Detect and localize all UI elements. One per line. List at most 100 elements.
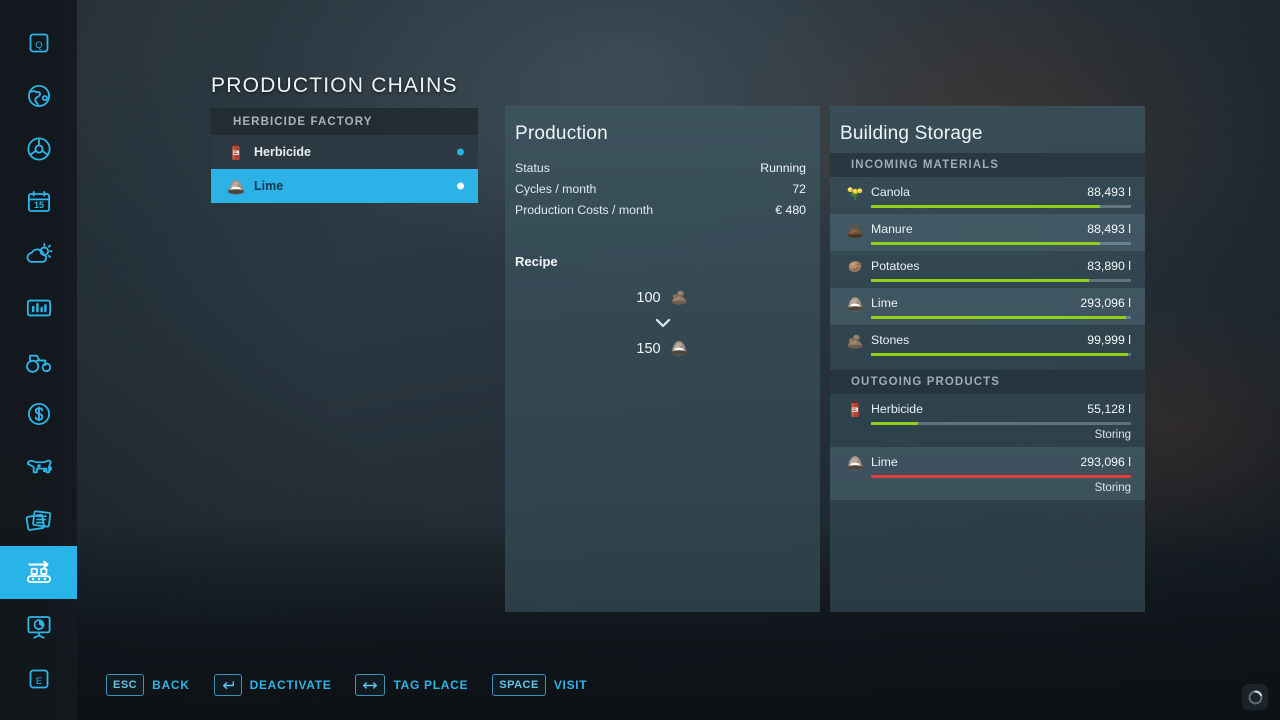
storage-fill-bar-value	[871, 353, 1128, 356]
contracts-icon	[22, 503, 56, 537]
horizontal-arrows-icon	[355, 674, 385, 696]
storage-row[interactable]: Potatoes83,890 l	[830, 251, 1145, 288]
statistics-icon	[22, 291, 56, 325]
help-bar-item[interactable]: DEACTIVATE	[214, 674, 332, 696]
enter-icon	[214, 674, 242, 696]
potatoes-icon	[844, 255, 865, 276]
help-bar-keycap: SPACE	[492, 674, 546, 696]
recipe-input-row: 100	[636, 286, 688, 310]
sidebar-item-calendar[interactable]: 15	[0, 175, 77, 228]
left-sidebar: Q 15 E	[0, 0, 77, 720]
svg-text:E: E	[35, 675, 41, 686]
sidebar-item-statistics[interactable]	[0, 281, 77, 334]
storage-row-label: Lime	[871, 455, 1080, 469]
storage-fill-bar	[871, 205, 1131, 208]
storage-fill-bar	[871, 475, 1131, 478]
production-stat-value: € 480	[775, 203, 806, 217]
building-storage-title: Building Storage	[830, 107, 1145, 145]
storage-row-label: Canola	[871, 185, 1087, 199]
storage-row-label: Manure	[871, 222, 1087, 236]
help-bar-item[interactable]: ESC BACK	[106, 674, 190, 696]
help-bar-item[interactable]: TAG PLACE	[355, 674, 468, 696]
storage-row-amount: 293,096 l	[1080, 296, 1131, 310]
canola-icon	[844, 181, 865, 202]
key-q-icon: Q	[22, 26, 56, 60]
help-bar-keycap: ESC	[106, 674, 144, 696]
herbicide-bottle-icon	[225, 141, 247, 163]
steering-wheel-icon	[22, 132, 56, 166]
page-title: PRODUCTION CHAINS	[211, 74, 458, 98]
lime-pile-icon	[225, 175, 247, 197]
tractor-icon	[22, 344, 56, 378]
storage-row-amount: 88,493 l	[1087, 222, 1131, 236]
sidebar-item-finances[interactable]	[0, 387, 77, 440]
production-stat-value: 72	[792, 182, 806, 196]
storage-fill-bar-value	[871, 422, 918, 425]
building-storage-sections: INCOMING MATERIALSCanola88,493 lManure88…	[830, 153, 1145, 500]
recipe-output-row: 150	[636, 337, 688, 361]
calendar-15-icon: 15	[22, 185, 56, 219]
sidebar-item-animals[interactable]	[0, 440, 77, 493]
help-bar-label: BACK	[152, 678, 189, 692]
storage-row-amount: 55,128 l	[1087, 402, 1131, 416]
conveyor-icon	[22, 556, 56, 590]
storage-fill-bar	[871, 422, 1131, 425]
storage-fill-bar-value	[871, 279, 1089, 282]
storage-fill-bar	[871, 316, 1131, 319]
weather-icon	[22, 238, 56, 272]
factory-list-item[interactable]: Lime	[211, 169, 478, 203]
factory-list-item-label: Lime	[254, 179, 283, 193]
recipe-input-amount: 100	[636, 290, 660, 306]
factory-list-item-label: Herbicide	[254, 145, 311, 159]
storage-row-amount: 293,096 l	[1080, 455, 1131, 469]
status-dot	[457, 149, 464, 156]
sidebar-item-production[interactable]	[0, 546, 77, 599]
storage-row-amount: 99,999 l	[1087, 333, 1131, 347]
production-panel: Production StatusRunningCycles / month72…	[505, 106, 820, 612]
sidebar-item-weather[interactable]	[0, 228, 77, 281]
recipe-diagram: 100 150	[505, 286, 820, 361]
svg-text:15: 15	[33, 199, 43, 209]
storage-row[interactable]: Manure88,493 l	[830, 214, 1145, 251]
storage-row-label: Stones	[871, 333, 1087, 347]
storage-row[interactable]: Lime293,096 l	[830, 288, 1145, 325]
help-bar-item[interactable]: SPACEVISIT	[492, 674, 587, 696]
storage-fill-bar	[871, 242, 1131, 245]
storage-fill-bar	[871, 353, 1131, 356]
lime-pile-icon	[844, 292, 865, 313]
storage-row[interactable]: Herbicide55,128 lStoring	[830, 394, 1145, 447]
svg-text:Q: Q	[35, 39, 42, 50]
storage-fill-bar-value	[871, 205, 1100, 208]
factory-list-panel: HERBICIDE FACTORY Herbicide Lime	[211, 108, 478, 203]
factory-list-item[interactable]: Herbicide	[211, 135, 478, 169]
stones-icon	[669, 286, 689, 310]
sidebar-item-vehicles[interactable]	[0, 122, 77, 175]
sidebar-item-contracts[interactable]	[0, 493, 77, 546]
help-bar-label: TAG PLACE	[393, 678, 468, 692]
herbicide-bottle-icon	[844, 398, 865, 419]
production-stat-label: Cycles / month	[515, 182, 596, 196]
sidebar-item-help[interactable]: Q	[0, 16, 77, 69]
production-stat-row: StatusRunning	[515, 161, 806, 175]
chevron-down-icon	[655, 315, 671, 333]
manure-icon	[844, 218, 865, 239]
lime-pile-icon	[844, 451, 865, 472]
sidebar-item-machines[interactable]	[0, 334, 77, 387]
dollar-icon	[22, 397, 56, 431]
production-stat-label: Production Costs / month	[515, 203, 653, 217]
storage-row[interactable]: Lime293,096 lStoring	[830, 447, 1145, 500]
help-bar-label: DEACTIVATE	[250, 678, 332, 692]
storage-section-header: INCOMING MATERIALS	[830, 153, 1145, 177]
sidebar-item-key-e[interactable]: E	[0, 652, 77, 705]
sidebar-item-map[interactable]	[0, 69, 77, 122]
storage-section-header: OUTGOING PRODUCTS	[830, 370, 1145, 394]
globe-icon	[22, 79, 56, 113]
storage-row[interactable]: Stones99,999 l	[830, 325, 1145, 362]
status-dot	[457, 183, 464, 190]
storage-row[interactable]: Canola88,493 l	[830, 177, 1145, 214]
recipe-heading: Recipe	[505, 224, 820, 269]
sidebar-item-tutorial[interactable]	[0, 599, 77, 652]
factory-list-header: HERBICIDE FACTORY	[211, 108, 478, 135]
production-stat-row: Cycles / month 72	[515, 182, 806, 196]
key-e-icon: E	[22, 662, 56, 696]
